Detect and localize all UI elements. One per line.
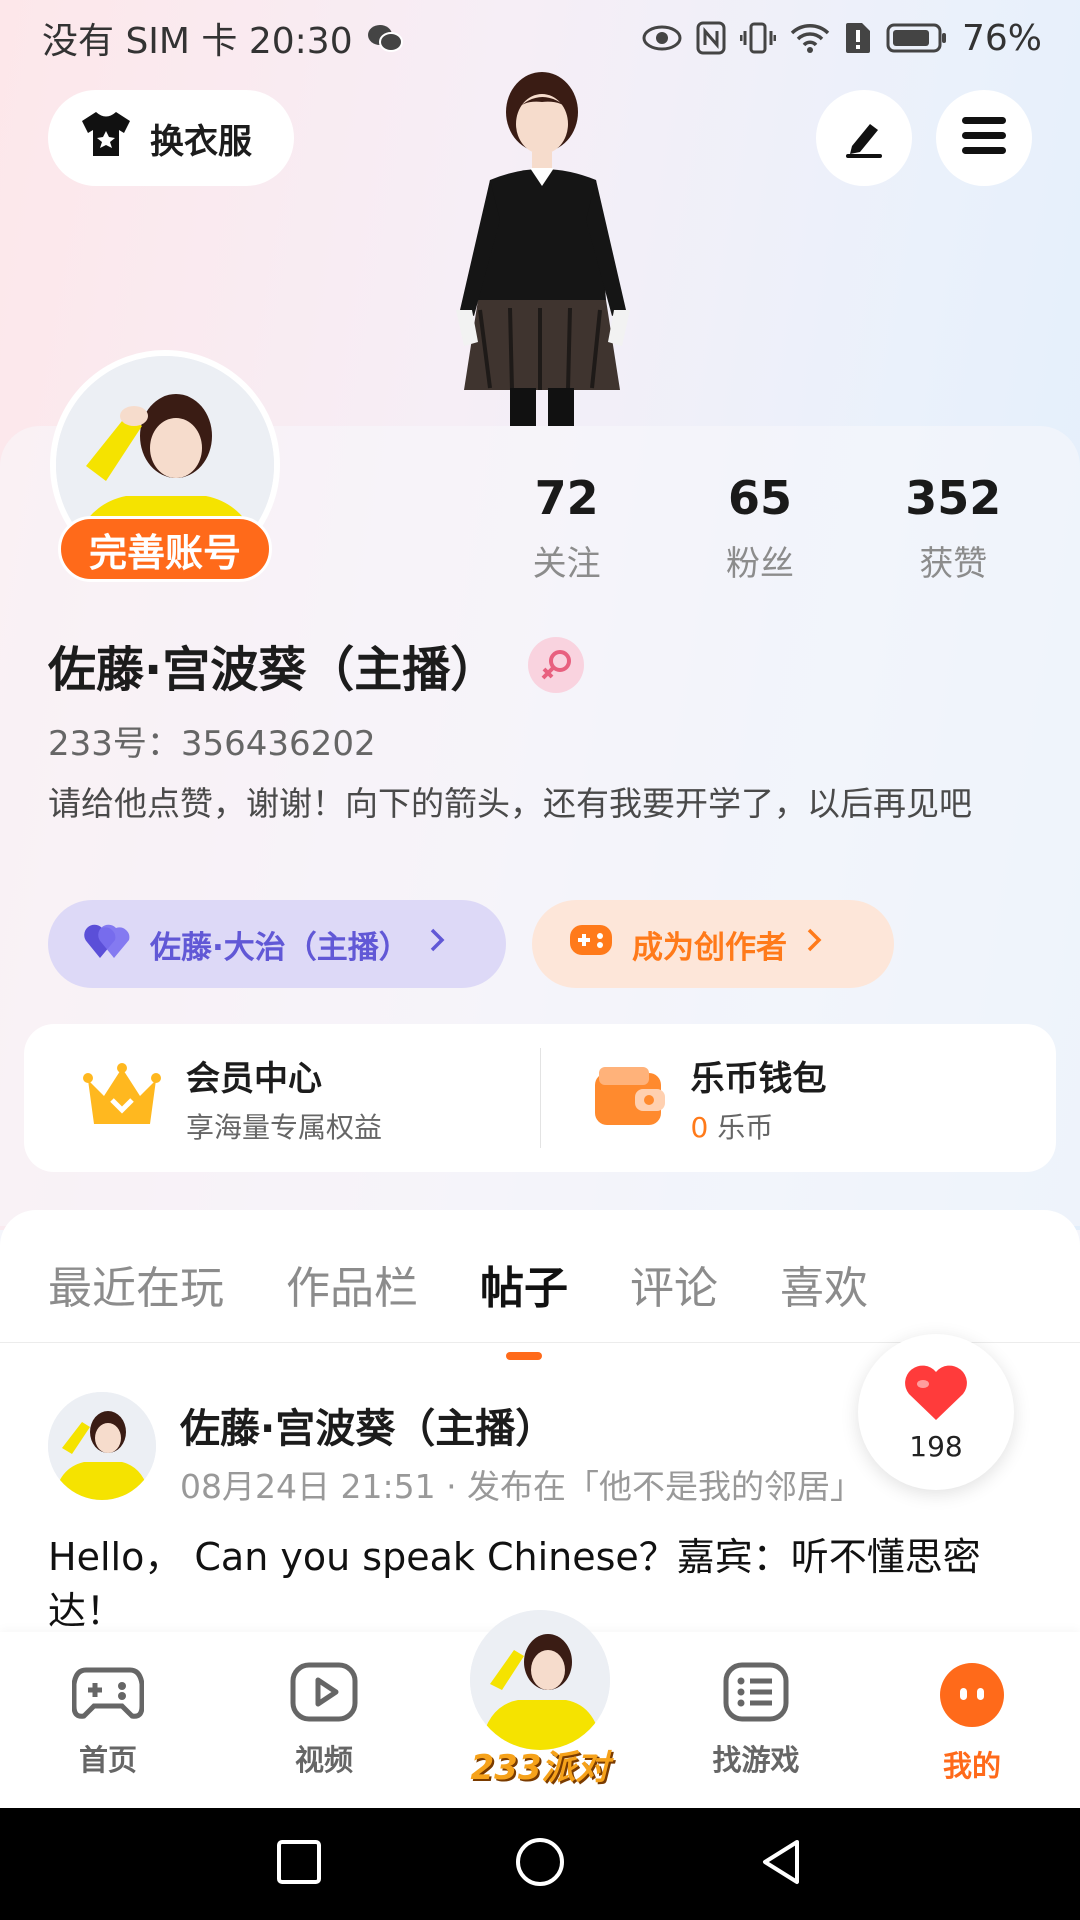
vip-center[interactable]: 会员中心 享海量专属权益: [24, 1051, 540, 1146]
coin-wallet[interactable]: 乐币钱包 0 乐币: [541, 1051, 1057, 1146]
list-icon: [723, 1662, 789, 1729]
system-navigation-bar: [0, 1808, 1080, 1920]
chevron-right-icon: [805, 926, 823, 962]
avatar-3d-figure[interactable]: [420, 70, 660, 426]
partner-label: 佐藤·大治（主播）: [150, 929, 410, 966]
stat-number: 65: [727, 471, 792, 525]
hamburger-icon: [960, 115, 1008, 161]
menu-button[interactable]: [936, 90, 1032, 186]
become-creator-button[interactable]: 成为创作者: [532, 900, 894, 988]
eye-icon: [642, 18, 682, 58]
tab-recently-played[interactable]: 最近在玩: [48, 1252, 224, 1316]
wallet-title: 乐币钱包: [690, 1058, 827, 1099]
stat-followers[interactable]: 65 粉丝: [663, 468, 856, 585]
back-button[interactable]: [757, 1836, 805, 1892]
heart-icon: [84, 920, 132, 968]
profile-stats: 72 关注 65 粉丝 352 获赞: [470, 468, 1050, 585]
recent-apps-button[interactable]: [275, 1838, 323, 1890]
status-bar: 没有 SIM 卡 20:30 76%: [0, 0, 1080, 76]
gamepad-icon: [568, 921, 614, 967]
username: 佐藤·宫波葵（主播）: [48, 642, 499, 698]
tab-comments[interactable]: 评论: [630, 1252, 718, 1316]
stat-label: 粉丝: [725, 544, 794, 584]
stat-number: 72: [534, 471, 599, 525]
tab-likes[interactable]: 喜欢: [780, 1252, 868, 1316]
vip-title: 会员中心: [186, 1058, 322, 1099]
heart-icon: [901, 1362, 971, 1426]
post-meta: 08月24日 21:51 · 发布在「他不是我的邻居」: [180, 1467, 864, 1506]
like-button[interactable]: 198: [858, 1334, 1014, 1490]
like-count: 198: [909, 1429, 963, 1463]
stat-label: 关注: [532, 544, 601, 584]
tab-posts[interactable]: 帖子: [480, 1252, 568, 1360]
profile-tabs: 最近在玩 作品栏 帖子 评论 喜欢: [48, 1252, 868, 1360]
nav-mine-label: 我的: [942, 1749, 1001, 1783]
creator-label: 成为创作者: [632, 929, 787, 966]
shirt-icon: [78, 109, 134, 168]
pen-icon: [840, 112, 888, 164]
wallet-icon: [591, 1063, 667, 1133]
vibrate-icon: [739, 18, 776, 58]
nav-video[interactable]: 视频: [234, 1662, 414, 1779]
gamepad-icon: [71, 1662, 145, 1729]
services-card: 会员中心 享海量专属权益 乐币钱包 0 乐币: [24, 1024, 1056, 1172]
stat-following[interactable]: 72 关注: [470, 468, 663, 585]
crown-icon: [82, 1060, 162, 1136]
wallet-balance: 0 乐币: [691, 1106, 827, 1146]
nav-home-label: 首页: [78, 1743, 137, 1777]
bio: 请给他点赞，谢谢！向下的箭头，还有我要开学了，以后再见吧: [48, 784, 972, 823]
play-icon: [290, 1662, 358, 1729]
stat-number: 352: [905, 471, 1002, 525]
user-id[interactable]: 233号：356436202: [48, 716, 376, 765]
wifi-icon: [790, 18, 830, 58]
home-button[interactable]: [514, 1836, 566, 1892]
nav-find-game[interactable]: 找游戏: [666, 1662, 846, 1779]
tab-works[interactable]: 作品栏: [286, 1252, 418, 1316]
battery-percent: 76%: [961, 17, 1042, 59]
profile-face-icon: [939, 1662, 1005, 1735]
change-outfit-label: 换衣服: [150, 121, 252, 162]
female-icon: [528, 637, 585, 693]
nav-mine[interactable]: 我的: [882, 1662, 1062, 1785]
complete-account-badge[interactable]: 完善账号: [58, 516, 272, 582]
wallet-amount: 0: [690, 1110, 709, 1144]
vip-subtitle: 享海量专属权益: [186, 1110, 383, 1144]
party-label[interactable]: 233派对: [468, 1740, 612, 1789]
sim-alert-icon: [844, 18, 872, 58]
post-author-avatar[interactable]: [48, 1392, 156, 1500]
stat-label: 获赞: [919, 544, 988, 584]
nav-video-label: 视频: [294, 1743, 353, 1777]
post-author-name[interactable]: 佐藤·宫波葵（主播）: [180, 1396, 555, 1454]
username-row: 佐藤·宫波葵（主播）: [48, 630, 585, 700]
battery-icon: [886, 18, 948, 58]
nav-find-game-label: 找游戏: [712, 1743, 800, 1777]
edit-profile-button[interactable]: [816, 90, 912, 186]
partner-link[interactable]: 佐藤·大治（主播）: [48, 900, 506, 988]
change-outfit-button[interactable]: 换衣服: [48, 90, 294, 186]
nav-home[interactable]: 首页: [18, 1662, 198, 1779]
chevron-right-icon: [428, 926, 446, 962]
nfc-icon: [696, 18, 726, 58]
stat-likes[interactable]: 352 获赞: [857, 468, 1050, 585]
status-text: 没有 SIM 卡 20:30: [42, 21, 353, 62]
party-button[interactable]: [470, 1610, 610, 1750]
wallet-unit: 乐币: [717, 1110, 774, 1144]
wechat-icon: [367, 18, 403, 58]
